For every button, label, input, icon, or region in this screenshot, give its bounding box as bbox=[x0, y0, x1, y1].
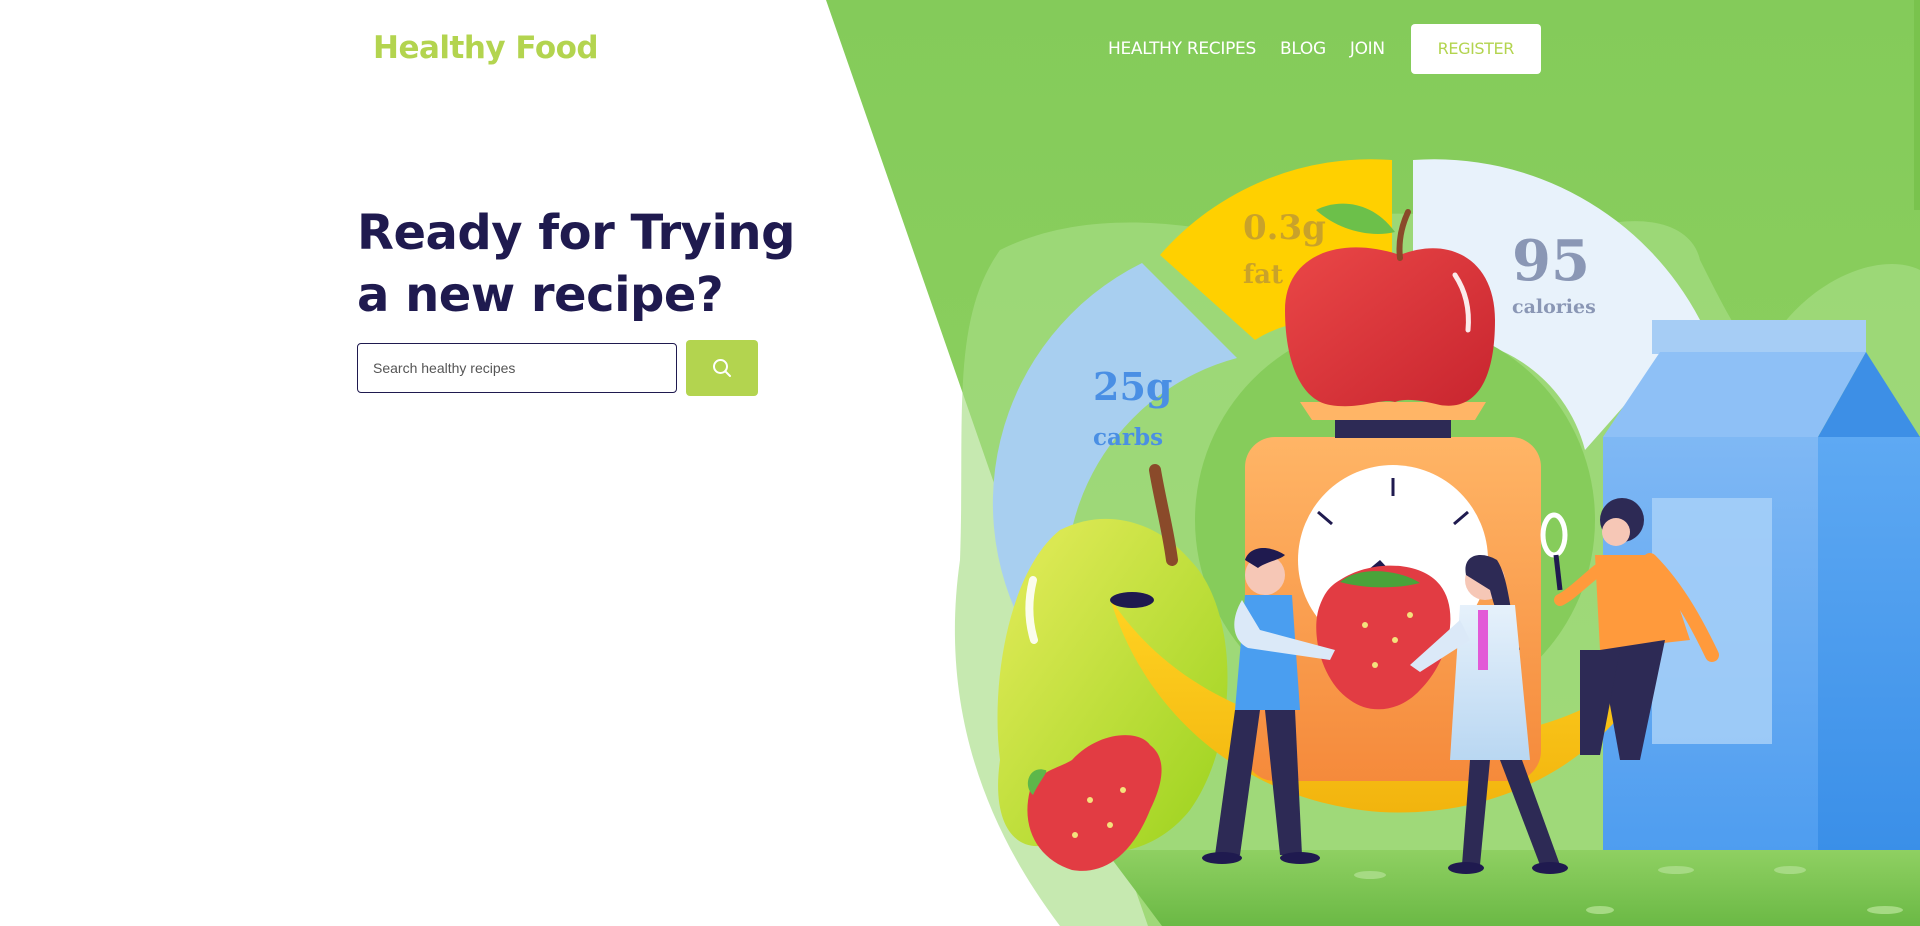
register-button[interactable]: REGISTER bbox=[1410, 24, 1541, 74]
search-input[interactable] bbox=[357, 343, 677, 393]
carbs-value-label: 25g bbox=[1093, 364, 1173, 409]
hero-illustration bbox=[826, 0, 1920, 926]
fat-name-label: fat bbox=[1243, 260, 1284, 290]
hero-title-line-2: a new recipe? bbox=[357, 267, 724, 323]
hero-title: Ready for Trying a new recipe? bbox=[357, 202, 795, 326]
main-nav: HEALTHY RECIPES BLOG JOIN REGISTER bbox=[1108, 24, 1541, 74]
nav-item-join[interactable]: JOIN bbox=[1350, 39, 1385, 59]
landing-page: 0.3g fat 95 calories 25g carbs Healthy F… bbox=[0, 0, 1920, 926]
brand-logo[interactable]: Healthy Food bbox=[373, 30, 599, 66]
nav-item-healthy-recipes[interactable]: HEALTHY RECIPES bbox=[1108, 39, 1256, 59]
calories-value-label: 95 bbox=[1512, 228, 1590, 294]
fat-value-label: 0.3g bbox=[1243, 208, 1326, 248]
search-icon bbox=[713, 359, 731, 377]
carbs-name-label: carbs bbox=[1093, 424, 1164, 451]
nav-item-blog[interactable]: BLOG bbox=[1280, 39, 1326, 59]
search-button[interactable] bbox=[686, 340, 758, 396]
hero-title-line-1: Ready for Trying bbox=[357, 205, 795, 261]
calories-name-label: calories bbox=[1512, 296, 1596, 318]
